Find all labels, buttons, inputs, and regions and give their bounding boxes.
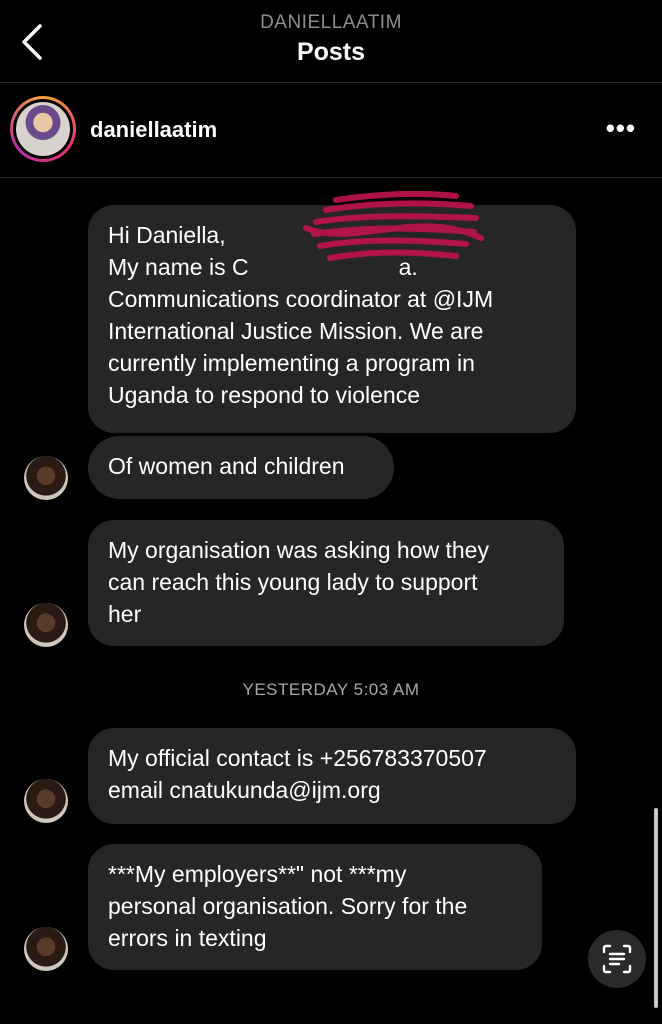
- more-options-button[interactable]: •••: [606, 115, 636, 141]
- top-nav-bar: DANIELLAATIM Posts: [0, 0, 662, 83]
- profile-row: daniellaatim •••: [0, 83, 662, 178]
- message-bubble[interactable]: Of women and children: [88, 436, 394, 499]
- sender-avatar[interactable]: [24, 456, 68, 500]
- message-line: My official contact is +256783370507: [108, 745, 487, 771]
- message-bubble[interactable]: ***My employers**" not ***my personal or…: [88, 844, 542, 970]
- message-bubble[interactable]: My official contact is +256783370507 ema…: [88, 728, 576, 824]
- message-line: can reach this young lady to support: [108, 569, 478, 595]
- message-line: Communications coordinator at @IJM: [108, 286, 494, 312]
- text-scan-button[interactable]: [588, 930, 646, 988]
- redaction-scribble: [303, 190, 484, 261]
- more-horizontal-icon: •••: [605, 113, 636, 143]
- page-title: Posts: [296, 38, 366, 66]
- message-bubble[interactable]: My organisation was asking how they can …: [88, 520, 564, 646]
- message-line: personal organisation. Sorry for the: [108, 893, 468, 919]
- message-line: errors in texting: [108, 925, 267, 951]
- sender-avatar[interactable]: [24, 779, 68, 823]
- message-line: Of women and children: [108, 453, 345, 479]
- message-line: My organisation was asking how they: [108, 537, 489, 563]
- sender-avatar[interactable]: [24, 927, 68, 971]
- message-line: Uganda to respond to violence: [108, 382, 420, 408]
- message-timestamp: YESTERDAY 5:03 AM: [242, 680, 420, 699]
- message-line: International Justice Mission. We are: [108, 318, 484, 344]
- scrollbar[interactable]: [654, 808, 658, 1008]
- message-line: her: [108, 601, 142, 627]
- message-line: currently implementing a program in: [108, 350, 475, 376]
- header-username: DANIELLAATIM: [260, 12, 402, 33]
- text-scan-icon: [602, 944, 632, 974]
- message-line: ***My employers**" not ***my: [108, 861, 407, 887]
- profile-avatar[interactable]: [10, 96, 76, 162]
- message-line: email cnatukunda@ijm.org: [108, 777, 381, 803]
- sender-avatar[interactable]: [24, 603, 68, 647]
- profile-username[interactable]: daniellaatim: [90, 117, 217, 143]
- avatar-photo: [16, 102, 70, 156]
